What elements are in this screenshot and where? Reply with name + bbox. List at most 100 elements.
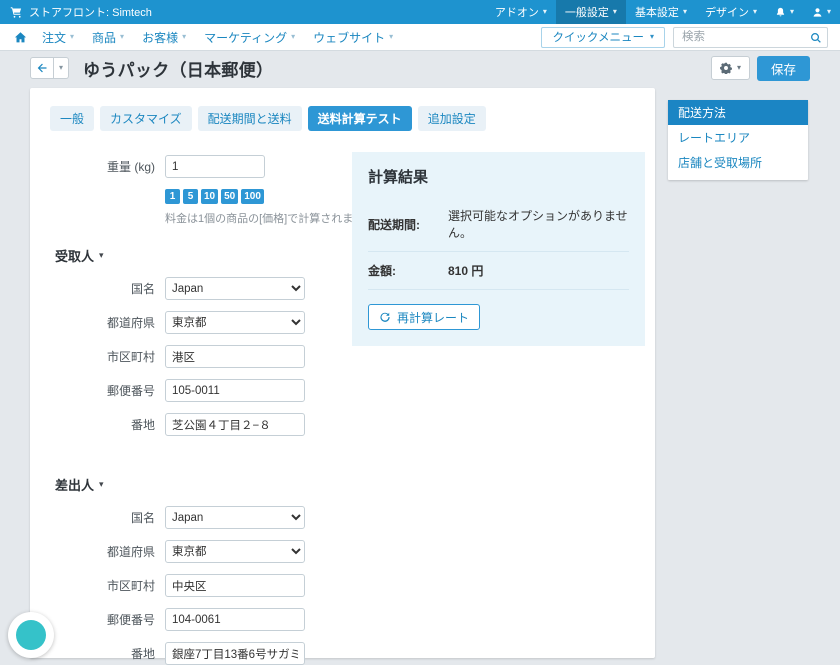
tab-customize[interactable]: カスタマイズ — [100, 106, 192, 131]
sender-city-input[interactable] — [165, 574, 305, 597]
topbar: ストアフロント: Simtech アドオン ▾ 一般設定 ▾ 基本設定 ▾ デザ… — [0, 0, 840, 24]
chevron-down-icon: ▾ — [827, 8, 831, 16]
notifications-menu[interactable]: ▾ — [766, 0, 803, 24]
user-icon — [812, 7, 823, 18]
chevron-down-icon: ▾ — [613, 8, 617, 16]
recalculate-rates-button[interactable]: 再計算レート — [368, 304, 480, 330]
tab-additional-settings[interactable]: 追加設定 — [418, 106, 486, 131]
chat-widget-button[interactable] — [8, 612, 54, 658]
sender-city-row: 市区町村 — [50, 574, 635, 597]
sender-zip-input[interactable] — [165, 608, 305, 631]
amount-label: 金額: — [368, 262, 448, 279]
field-label: 国名 — [50, 509, 165, 526]
field-label: 市区町村 — [50, 348, 165, 365]
chevron-down-icon: ▾ — [683, 8, 687, 16]
field-label: 番地 — [50, 645, 165, 662]
recipient-country-select[interactable]: Japan — [165, 277, 305, 300]
nav-item-customers[interactable]: お客様 ▾ — [133, 29, 195, 46]
gear-icon — [720, 62, 732, 74]
sender-country-select[interactable]: Japan — [165, 506, 305, 529]
sidebar-item-stores-pickup-points[interactable]: 店舗と受取場所 — [668, 150, 808, 175]
field-label: 市区町村 — [50, 577, 165, 594]
amount-row: 金額: 810 円 — [368, 252, 629, 290]
tab-rate-calculation-test[interactable]: 送料計算テスト — [308, 106, 412, 131]
settings-gear-button[interactable]: ▾ — [711, 56, 750, 80]
amount-value: 810 円 — [448, 262, 483, 279]
chevron-down-icon: ▾ — [59, 64, 63, 72]
search-icon[interactable] — [810, 31, 822, 49]
tab-shipping-time-rates[interactable]: 配送期間と送料 — [198, 106, 302, 131]
result-title: 計算結果 — [368, 166, 629, 187]
recipient-zip-row: 郵便番号 — [50, 379, 635, 402]
weight-input[interactable] — [165, 155, 265, 178]
field-label: 番地 — [50, 416, 165, 433]
sender-zip-row: 郵便番号 — [50, 608, 635, 631]
storefront-switcher[interactable]: ストアフロント: Simtech — [10, 0, 152, 24]
menu-general-settings[interactable]: 一般設定 ▾ — [556, 0, 626, 24]
shipping-time-row: 配送期間: 選択可能なオプションがありません。 — [368, 197, 629, 252]
page-header: ▾ ゆうパック（日本郵便） ▾ 保存 — [0, 51, 840, 85]
quick-menu-button[interactable]: クイックメニュー ▾ — [541, 27, 665, 48]
tab-general[interactable]: 一般 — [50, 106, 94, 131]
back-button[interactable] — [30, 57, 54, 79]
chat-logo-icon — [16, 620, 46, 650]
weight-preset-50[interactable]: 50 — [221, 189, 238, 204]
bell-icon — [775, 7, 786, 18]
sidebar: 配送方法 レートエリア 店舗と受取場所 — [668, 100, 808, 180]
refresh-icon — [379, 311, 391, 323]
chevron-down-icon: ▾ — [790, 8, 794, 16]
navbar-right: クイックメニュー ▾ — [541, 27, 828, 48]
shipping-time-label: 配送期間: — [368, 216, 448, 233]
nav-item-orders[interactable]: 注文 ▾ — [33, 29, 83, 46]
weight-label: 重量 (kg) — [50, 158, 165, 175]
sender-state-row: 都道府県 東京都 — [50, 540, 635, 563]
chevron-down-icon: ▾ — [99, 480, 104, 489]
recipient-city-row: 市区町村 — [50, 345, 635, 368]
sender-state-select[interactable]: 東京都 — [165, 540, 305, 563]
calculation-result-panel: 計算結果 配送期間: 選択可能なオプションがありません。 金額: 810 円 再… — [352, 152, 645, 346]
menu-design[interactable]: デザイン ▾ — [696, 0, 766, 24]
page-header-actions: ▾ 保存 — [711, 56, 810, 81]
menu-addons[interactable]: アドオン ▾ — [486, 0, 556, 24]
nav-item-website[interactable]: ウェブサイト ▾ — [304, 29, 402, 46]
sender-address-input[interactable] — [165, 642, 305, 665]
chevron-down-icon: ▾ — [650, 33, 654, 41]
recipient-address-input[interactable] — [165, 413, 305, 436]
account-menu[interactable]: ▾ — [803, 0, 840, 24]
field-label: 郵便番号 — [50, 611, 165, 628]
recipient-zip-input[interactable] — [165, 379, 305, 402]
home-icon[interactable] — [12, 31, 33, 44]
save-button[interactable]: 保存 — [757, 56, 810, 81]
admin-page: ストアフロント: Simtech アドオン ▾ 一般設定 ▾ 基本設定 ▾ デザ… — [0, 0, 840, 665]
nav-item-marketing[interactable]: マーケティング ▾ — [195, 29, 304, 46]
sidebar-item-shipping-methods[interactable]: 配送方法 — [668, 100, 808, 125]
tab-bar: 一般 カスタマイズ 配送期間と送料 送料計算テスト 追加設定 — [50, 106, 635, 131]
chevron-down-icon: ▾ — [737, 64, 741, 72]
weight-preset-1[interactable]: 1 — [165, 189, 180, 204]
nav-item-products[interactable]: 商品 ▾ — [83, 29, 133, 46]
recipient-city-input[interactable] — [165, 345, 305, 368]
chevron-down-icon: ▾ — [389, 33, 393, 41]
sidebar-item-rate-areas[interactable]: レートエリア — [668, 125, 808, 150]
sender-country-row: 国名 Japan — [50, 506, 635, 529]
chevron-down-icon: ▾ — [70, 33, 74, 41]
weight-preset-10[interactable]: 10 — [201, 189, 218, 204]
search-input[interactable] — [673, 27, 828, 48]
sender-section-toggle[interactable]: 差出人 ▾ — [55, 475, 635, 494]
weight-preset-100[interactable]: 100 — [241, 189, 264, 204]
back-dropdown-button[interactable]: ▾ — [54, 57, 69, 79]
chevron-down-icon: ▾ — [291, 33, 295, 41]
menu-basic-settings[interactable]: 基本設定 ▾ — [626, 0, 696, 24]
field-label: 国名 — [50, 280, 165, 297]
field-label: 都道府県 — [50, 543, 165, 560]
weight-preset-5[interactable]: 5 — [183, 189, 198, 204]
field-label: 都道府県 — [50, 314, 165, 331]
recipient-state-select[interactable]: 東京都 — [165, 311, 305, 334]
back-button-group: ▾ — [30, 57, 69, 79]
chevron-down-icon: ▾ — [543, 8, 547, 16]
shipping-time-value: 選択可能なオプションがありません。 — [448, 207, 629, 241]
page-title: ゆうパック（日本郵便） — [83, 56, 273, 81]
topbar-menus: アドオン ▾ 一般設定 ▾ 基本設定 ▾ デザイン ▾ ▾ — [486, 0, 840, 24]
storefront-label: ストアフロント: Simtech — [29, 4, 152, 20]
sender-address-row: 番地 — [50, 642, 635, 665]
